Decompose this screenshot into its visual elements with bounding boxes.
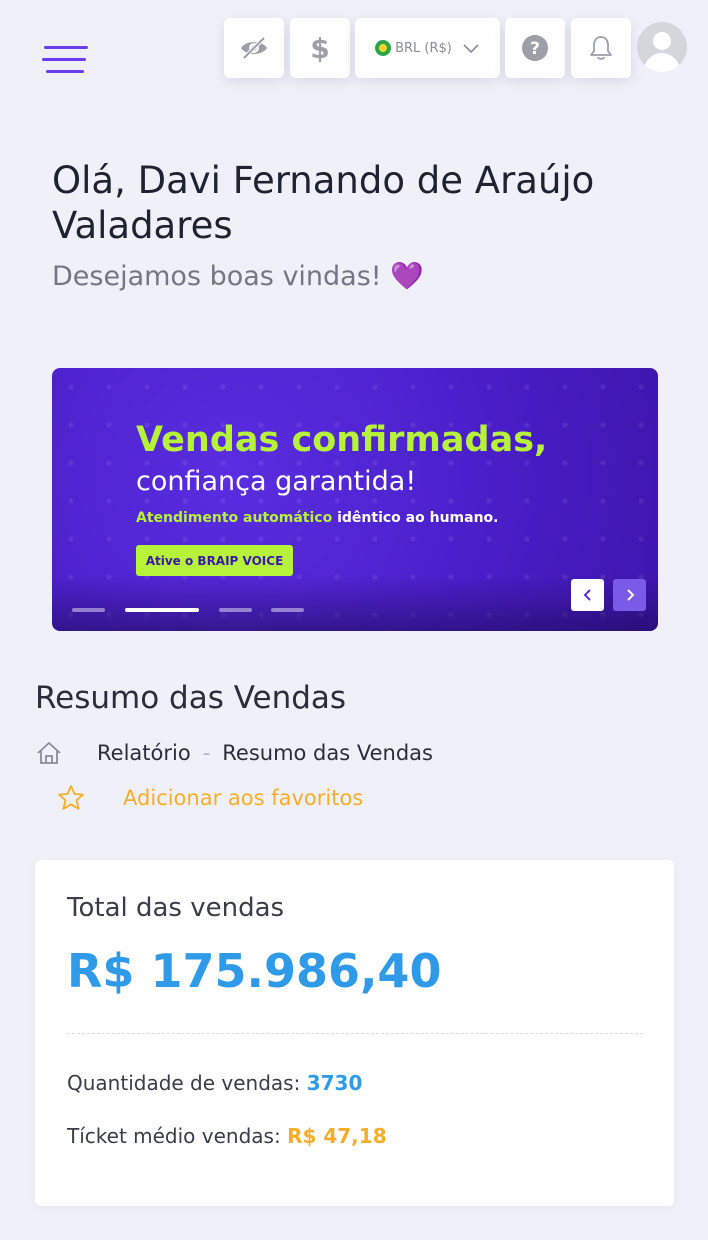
question-circle-icon: ? [522,35,548,61]
page-title: Resumo das Vendas [35,680,347,716]
banner-tagline-highlight: Atendimento automático [136,510,333,526]
user-avatar-icon[interactable] [637,22,687,72]
currency-selector[interactable]: BRL (R$) [355,18,500,78]
chevron-left-icon [583,589,591,601]
sales-summary-card: Total das vendas R$ 175.986,40 Quantidad… [35,860,674,1206]
breadcrumb: Relatório - Resumo das Vendas [35,740,433,766]
greeting-subtitle: Desejamos boas vindas! 💜 [52,260,672,292]
currency-dollar-button[interactable]: $ [290,18,350,78]
star-icon [58,785,84,810]
chevron-right-icon [626,589,634,601]
banner-cta-bold: BRAIP VOICE [197,553,284,568]
help-button[interactable]: ? [505,18,565,78]
notifications-button[interactable] [571,18,631,78]
bell-icon [590,36,612,60]
breadcrumb-separator: - [202,741,211,765]
banner-headline: Vendas confirmadas, [136,420,548,460]
total-sales-value: R$ 175.986,40 [67,944,442,998]
greeting-title: Olá, Davi Fernando de Araújo Valadares [52,159,595,247]
favorites-label: Adicionar aos favoritos [123,785,364,810]
banner-subheadline: confiança garantida! [136,466,417,497]
promo-banner[interactable]: Vendas confirmadas, confiança garantida!… [52,368,658,631]
carousel-next-button[interactable] [613,579,646,611]
sales-quantity-row: Quantidade de vendas: 3730 [67,1071,362,1095]
carousel-dot-1[interactable] [72,608,105,612]
carousel-dot-2[interactable] [125,608,199,612]
carousel-dot-3[interactable] [219,608,252,612]
hide-values-button[interactable] [224,18,284,78]
sales-quantity-label: Quantidade de vendas: [67,1071,307,1095]
dollar-icon: $ [310,31,330,65]
greeting: Olá, Davi Fernando de Araújo Valadares D… [52,158,672,292]
svg-text:?: ? [530,39,540,59]
divider [67,1033,643,1034]
chevron-down-icon [463,44,479,54]
average-ticket-label: Tícket médio vendas: [67,1124,288,1148]
brazil-flag-icon [375,40,392,56]
eye-slash-icon [241,36,267,60]
currency-label: BRL (R$) [395,40,452,56]
breadcrumb-item-relatorio[interactable]: Relatório [97,741,191,765]
hamburger-menu-icon[interactable] [42,46,88,76]
carousel-dot-4[interactable] [271,608,304,612]
banner-cta-button[interactable]: Ative o BRAIP VOICE [136,545,293,576]
banner-tagline-rest: idêntico ao humano. [332,510,499,526]
breadcrumb-item-current: Resumo das Vendas [222,741,433,765]
purple-heart-icon: 💜 [390,261,424,292]
carousel-prev-button[interactable] [571,579,604,611]
average-ticket-row: Tícket médio vendas: R$ 47,18 [67,1124,387,1148]
banner-cta-prefix: Ative o [145,553,198,568]
average-ticket-value: R$ 47,18 [287,1124,387,1148]
top-bar: $ BRL (R$) ? [0,18,708,78]
total-sales-label: Total das vendas [67,893,285,923]
home-icon[interactable] [35,740,63,766]
greeting-subtitle-text: Desejamos boas vindas! [52,261,382,292]
banner-tagline: Atendimento automático idêntico ao human… [136,510,498,526]
sales-quantity-value: 3730 [306,1071,363,1095]
add-to-favorites-link[interactable]: Adicionar aos favoritos [57,784,363,811]
